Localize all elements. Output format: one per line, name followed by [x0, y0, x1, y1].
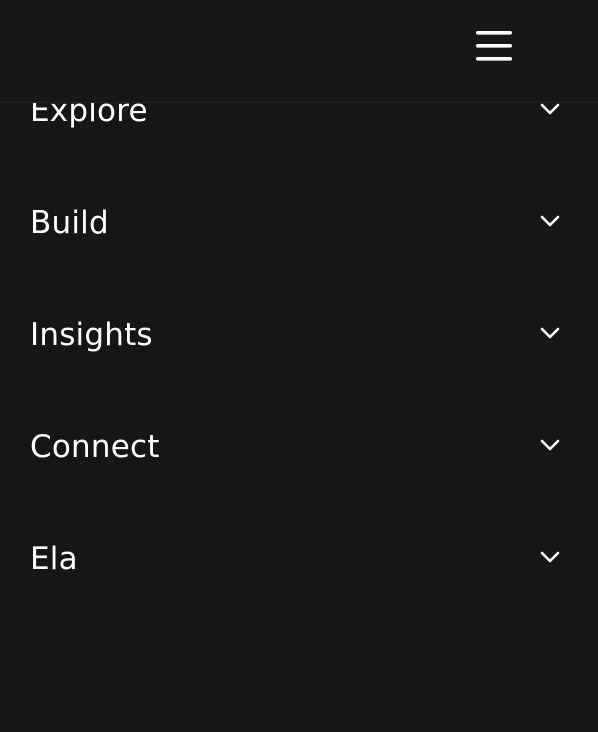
menu-item-label: Insights	[30, 317, 153, 353]
menu-item-label: Build	[30, 205, 109, 241]
menu-item-label: Connect	[30, 429, 160, 465]
chevron-down-icon[interactable]	[540, 102, 560, 116]
menu-item-build[interactable]: Build	[0, 167, 598, 279]
top-bar	[0, 0, 598, 103]
chevron-down-icon[interactable]	[540, 438, 560, 452]
hamburger-menu-icon[interactable]	[472, 27, 516, 65]
menu-item-connect[interactable]: Connect	[0, 391, 598, 503]
menu-item-ela[interactable]: Ela	[0, 503, 598, 615]
chevron-down-icon[interactable]	[540, 214, 560, 228]
chevron-down-icon[interactable]	[540, 326, 560, 340]
menu-item-insights[interactable]: Insights	[0, 279, 598, 391]
menu-item-label: Ela	[30, 541, 78, 577]
navigation-menu: Explore Build Insights Connect Ela	[0, 0, 598, 732]
chevron-down-icon[interactable]	[540, 550, 560, 564]
